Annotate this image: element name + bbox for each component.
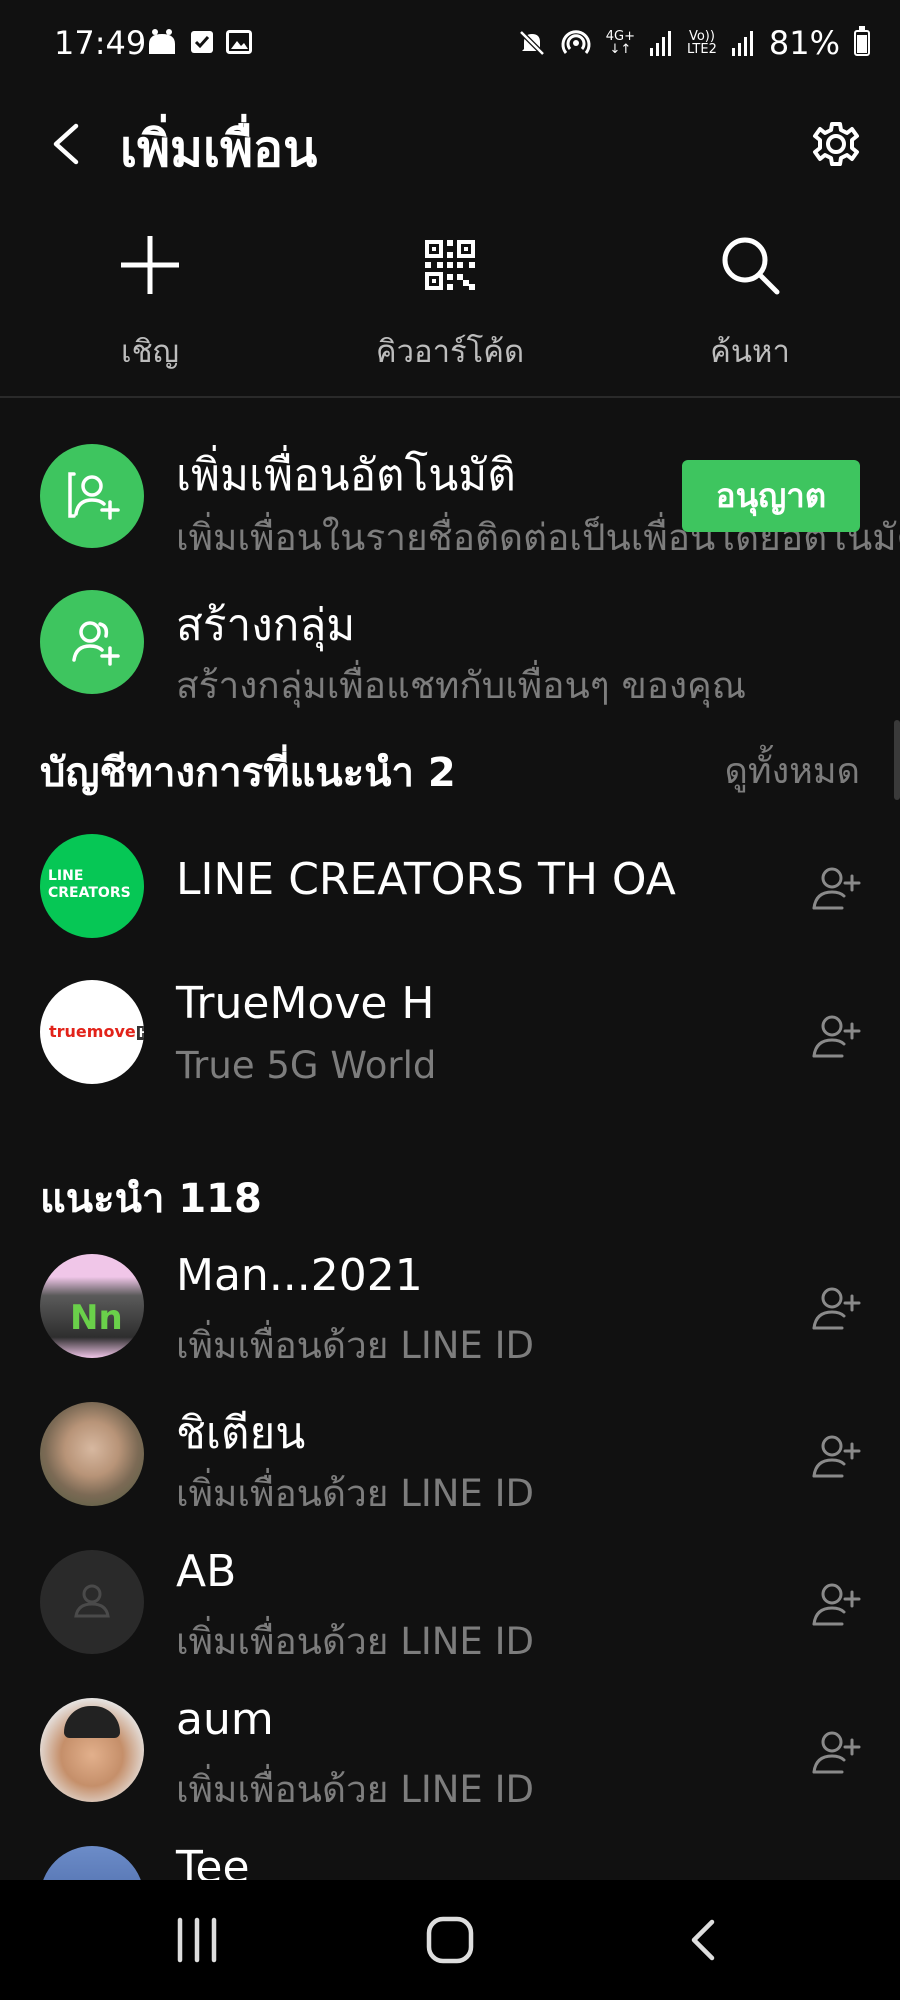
plus-icon: [121, 236, 179, 294]
recent-apps-button[interactable]: [172, 1914, 222, 1966]
mute-icon: [518, 30, 545, 56]
hotspot-icon: [561, 30, 591, 54]
avatar: [40, 1846, 144, 1880]
list-item[interactable]: LINE CREATORS LINE CREATORS TH OA: [0, 830, 900, 940]
list-item[interactable]: aum เพิ่มเพื่อนด้วย LINE ID: [0, 1694, 900, 1811]
search-button[interactable]: ค้นหา: [630, 230, 870, 376]
gear-icon: [813, 122, 859, 166]
system-back-button[interactable]: [684, 1914, 724, 1966]
default-person-icon: [74, 1584, 110, 1618]
add-friend-icon[interactable]: [808, 1576, 864, 1632]
official-account-name: LINE CREATORS TH OA: [176, 854, 676, 905]
friend-name: ชิเตียน: [176, 1408, 306, 1459]
battery-percent: 81%: [768, 24, 840, 62]
checkbox-notification-icon: [191, 31, 213, 53]
friend-name: Man...2021: [176, 1250, 423, 1301]
logo-text-line: LINE: [48, 868, 84, 884]
avatar: Nn: [40, 1254, 144, 1358]
add-friend-icon[interactable]: [808, 1008, 864, 1064]
friend-name: aum: [176, 1694, 274, 1745]
avatar: [40, 1698, 144, 1802]
logo-text-creators: CREATORS: [48, 885, 131, 901]
header: เพิ่มเพื่อน: [0, 92, 900, 202]
create-group-row[interactable]: สร้างกลุ่ม สร้างกลุ่มเพื่อแชทกับเพื่อนๆ …: [0, 590, 900, 710]
page-title: เพิ่มเพื่อน: [120, 120, 318, 178]
invite-button[interactable]: เชิญ: [30, 230, 270, 376]
battery-icon: [854, 26, 870, 56]
create-group-avatar: [40, 590, 144, 694]
add-friend-icon[interactable]: [808, 1428, 864, 1484]
qr-code-button[interactable]: คิวอาร์โค้ด: [330, 230, 570, 376]
signal-icon-2: [731, 31, 753, 56]
search-icon: [722, 237, 780, 295]
quick-actions: เชิญ คิวอาร์โค้ด ค้นหา: [0, 230, 900, 370]
qr-code-icon: [425, 240, 475, 290]
line-creators-logo: LINE CREATORS: [40, 834, 144, 938]
add-friend-icon[interactable]: [808, 860, 864, 916]
avatar: [40, 1550, 144, 1654]
list-item[interactable]: truemove H TrueMove H True 5G World: [0, 978, 900, 1088]
auto-add-avatar: [40, 444, 144, 548]
friend-name: AB: [176, 1546, 237, 1597]
volte-indicator: Vo)) LTE2: [686, 29, 717, 57]
create-group-subtitle: สร้างกลุ่มเพื่อแชทกับเพื่อนๆ ของคุณ: [176, 664, 747, 707]
friend-name: Tee: [176, 1842, 250, 1880]
status-time: 17:49: [54, 24, 147, 62]
scrollbar[interactable]: [894, 720, 900, 800]
system-navigation-bar: [0, 1880, 900, 2000]
create-group-title: สร้างกลุ่ม: [176, 600, 356, 651]
friend-subtitle: เพิ่มเพื่อนด้วย LINE ID: [176, 1472, 534, 1515]
list-item[interactable]: Tee: [0, 1842, 900, 1880]
divider: [0, 396, 900, 398]
settings-button[interactable]: [808, 114, 864, 174]
auto-add-title: เพิ่มเพื่อนอัตโนมัติ: [176, 450, 516, 501]
avatar: [40, 1402, 144, 1506]
see-all-link[interactable]: ดูทั้งหมด: [724, 742, 860, 799]
network-type: 4G+ ↓↑: [605, 29, 635, 57]
add-friend-icon[interactable]: [808, 1724, 864, 1780]
invite-label: เชิญ: [120, 334, 180, 370]
truemove-logo: truemove H: [40, 980, 144, 1084]
home-button[interactable]: [424, 1914, 476, 1966]
signal-icon-1: [649, 31, 671, 56]
back-button[interactable]: [44, 114, 100, 174]
contacts-add-icon: [68, 472, 120, 520]
list-item[interactable]: Nn Man...2021 เพิ่มเพื่อนด้วย LINE ID: [0, 1250, 900, 1367]
status-notification-icons: [146, 28, 252, 56]
recommended-header: แนะนำ 118: [40, 1176, 262, 1222]
gallery-notification-icon: [226, 30, 252, 54]
list-item[interactable]: AB เพิ่มเพื่อนด้วย LINE ID: [0, 1546, 900, 1663]
logo-text-truemove: truemove: [49, 1022, 136, 1041]
status-system-icons: 4G+ ↓↑ Vo)) LTE2 81%: [518, 24, 870, 62]
friend-subtitle: เพิ่มเพื่อนด้วย LINE ID: [176, 1768, 534, 1811]
official-account-name: TrueMove H: [176, 978, 435, 1029]
group-add-icon: [72, 621, 120, 666]
friend-subtitle: เพิ่มเพื่อนด้วย LINE ID: [176, 1324, 534, 1367]
add-friend-icon[interactable]: [808, 1280, 864, 1336]
battery-level: [857, 35, 867, 53]
back-arrow-icon: [53, 123, 79, 165]
line-notification-icon: [149, 29, 175, 54]
logo-badge-h: H: [136, 1026, 144, 1040]
official-account-subtitle: True 5G World: [176, 1044, 437, 1087]
list-item[interactable]: ชิเตียน เพิ่มเพื่อนด้วย LINE ID: [0, 1398, 900, 1515]
official-accounts-header: บัญชีทางการที่แนะนำ 2: [40, 750, 456, 796]
friend-subtitle: เพิ่มเพื่อนด้วย LINE ID: [176, 1620, 534, 1663]
qr-code-label: คิวอาร์โค้ด: [375, 334, 525, 370]
search-label: ค้นหา: [710, 334, 790, 370]
status-bar: 17:49 4G+ ↓↑ Vo)) LTE2 81%: [0, 0, 900, 92]
allow-button[interactable]: อนุญาต: [682, 460, 860, 532]
